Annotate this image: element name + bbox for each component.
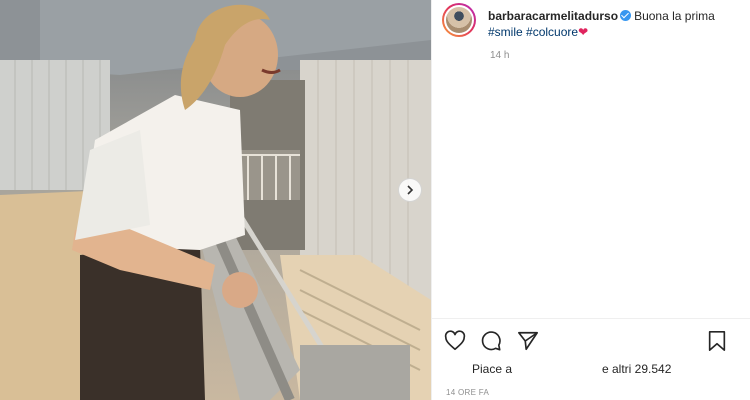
post-photo[interactable] (0, 0, 431, 400)
next-photo-button[interactable] (398, 178, 422, 202)
share-button[interactable] (517, 330, 539, 352)
like-button[interactable] (444, 330, 466, 352)
likes-prefix: Piace a (472, 362, 513, 376)
caption-text: Buona la prima (634, 9, 715, 23)
post-timestamp[interactable]: 14 ORE FA (446, 388, 489, 397)
photo-illustration (0, 0, 431, 400)
heart-outline-icon (444, 330, 466, 351)
comment-icon (481, 331, 501, 351)
chevron-right-icon (407, 185, 414, 195)
avatar[interactable] (442, 3, 476, 37)
hashtag-colcuore[interactable]: #colcuore (526, 25, 578, 39)
avatar-ring (444, 5, 474, 35)
heart-emoji: ❤ (578, 25, 589, 39)
save-button[interactable] (706, 330, 728, 352)
divider (432, 318, 750, 319)
hashtag-smile[interactable]: #smile (488, 25, 523, 39)
username-link[interactable]: barbaracarmelitadurso (488, 9, 618, 23)
bookmark-icon (708, 331, 726, 351)
post-caption: barbaracarmelitadurso Buona la prima #smi… (488, 8, 738, 40)
avatar-image (446, 7, 472, 33)
caption-time[interactable]: 14 h (490, 50, 509, 61)
verified-badge-icon (620, 10, 632, 21)
likes-count-link[interactable]: e altri 29.542 (602, 362, 671, 376)
paper-plane-icon (518, 331, 538, 351)
comment-button[interactable] (480, 330, 502, 352)
post-details-panel: barbaracarmelitadurso Buona la prima #smi… (431, 0, 750, 400)
action-bar (444, 330, 744, 354)
